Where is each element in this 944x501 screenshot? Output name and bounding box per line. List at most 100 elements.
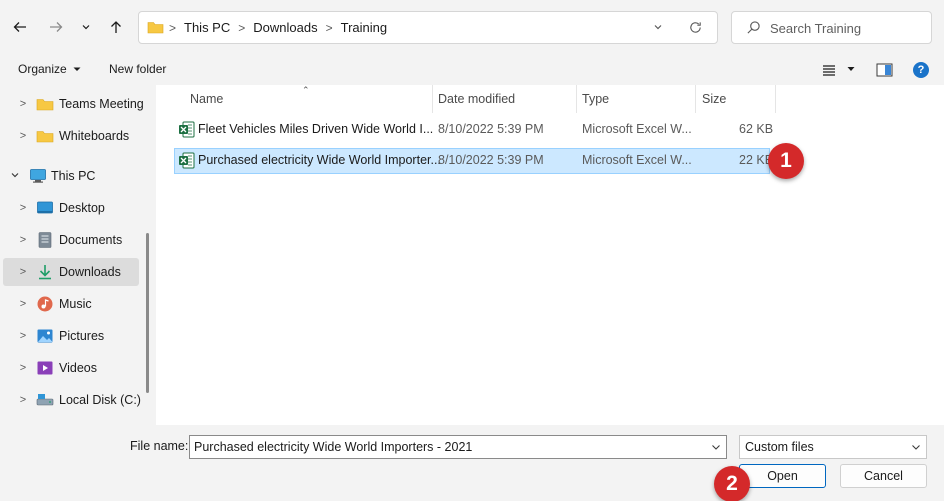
sidebar-item-label: Desktop: [59, 201, 105, 215]
address-bar[interactable]: > This PC > Downloads > Training: [138, 11, 718, 44]
navigation-pane: > Teams Meeting > Whiteboards This PC > …: [0, 85, 156, 425]
drive-icon: [36, 394, 54, 406]
back-arrow-icon: [13, 22, 26, 32]
expand-chevron-icon[interactable]: >: [18, 266, 28, 278]
sidebar-item-videos[interactable]: > Videos: [3, 354, 139, 382]
file-name-input[interactable]: [194, 439, 704, 455]
preview-pane-icon[interactable]: [876, 63, 893, 77]
command-bar: Organize New folder ?: [0, 55, 944, 85]
up-button[interactable]: [104, 14, 128, 40]
file-type-select[interactable]: Custom files: [739, 435, 927, 459]
expand-chevron-icon[interactable]: >: [18, 202, 28, 214]
sidebar-item-documents[interactable]: > Documents: [3, 226, 139, 254]
excel-file-icon: [179, 121, 195, 138]
sidebar-item-label: This PC: [51, 169, 96, 183]
folder-icon: [147, 22, 164, 34]
sidebar-item-label: Downloads: [59, 265, 121, 279]
file-name: Fleet Vehicles Miles Driven Wide World I…: [198, 122, 434, 136]
view-options-icon[interactable]: [822, 63, 836, 77]
column-divider[interactable]: [775, 85, 776, 113]
open-label: Open: [767, 469, 798, 483]
sidebar-item-desktop[interactable]: > Desktop: [3, 194, 139, 222]
pictures-icon: [37, 329, 53, 343]
sidebar-item-music[interactable]: > Music: [3, 290, 139, 318]
back-button[interactable]: [8, 14, 32, 40]
chevron-down-icon[interactable]: [710, 441, 722, 453]
desktop-icon: [37, 201, 53, 214]
expand-chevron-icon[interactable]: >: [18, 362, 28, 374]
sidebar-item-this-pc[interactable]: This PC: [3, 162, 139, 190]
breadcrumb-training[interactable]: Training: [341, 20, 387, 35]
expand-chevron-icon[interactable]: >: [18, 330, 28, 342]
download-icon: [39, 265, 51, 280]
column-header-size[interactable]: Size: [696, 85, 776, 113]
chevron-down-icon[interactable]: [910, 441, 922, 453]
file-date: 8/10/2022 5:39 PM: [438, 122, 544, 136]
sidebar-scrollbar[interactable]: [146, 233, 149, 393]
sidebar-item-downloads[interactable]: > Downloads: [3, 258, 139, 286]
sidebar-item-label: Teams Meeting: [59, 97, 144, 111]
sidebar-item-label: Music: [59, 297, 92, 311]
file-date: 8/10/2022 5:39 PM: [438, 153, 544, 167]
search-icon: [747, 21, 760, 34]
forward-button[interactable]: [44, 14, 68, 40]
sidebar-item-label: Local Disk (C:): [59, 393, 141, 407]
open-button[interactable]: Open: [739, 464, 826, 488]
new-folder-button[interactable]: New folder: [109, 62, 166, 76]
search-input[interactable]: [770, 18, 925, 38]
dialog-footer: File name: Custom files Open Cancel: [0, 425, 944, 501]
refresh-icon[interactable]: [688, 20, 703, 35]
folder-icon: [36, 131, 54, 143]
expand-chevron-icon[interactable]: >: [18, 98, 28, 110]
sidebar-item-whiteboards[interactable]: > Whiteboards: [3, 122, 139, 150]
up-arrow-icon: [111, 21, 121, 33]
breadcrumb-downloads[interactable]: Downloads: [253, 20, 317, 35]
sidebar-item-teams-meeting[interactable]: > Teams Meeting: [3, 90, 144, 118]
organize-label: Organize: [18, 62, 67, 76]
help-label: ?: [917, 64, 925, 76]
expand-chevron-icon[interactable]: >: [18, 234, 28, 246]
folder-icon: [36, 99, 54, 111]
expand-chevron-icon[interactable]: >: [18, 298, 28, 310]
cancel-button[interactable]: Cancel: [840, 464, 927, 488]
help-icon[interactable]: ?: [913, 62, 929, 78]
file-name-combobox[interactable]: [189, 435, 727, 459]
step-badge-1: 1: [768, 143, 804, 179]
file-type: Microsoft Excel W...: [582, 153, 692, 167]
breadcrumb-separator: >: [169, 20, 177, 35]
column-header-name[interactable]: Name: [184, 85, 432, 113]
videos-icon: [37, 361, 53, 375]
breadcrumb-separator: >: [325, 20, 333, 35]
computer-icon: [30, 169, 46, 183]
file-name: Purchased electricity Wide World Importe…: [198, 153, 441, 167]
cancel-label: Cancel: [864, 469, 903, 483]
expand-chevron-icon[interactable]: >: [18, 394, 28, 406]
file-type: Microsoft Excel W...: [582, 122, 692, 136]
file-type-value: Custom files: [745, 440, 814, 454]
file-row[interactable]: Fleet Vehicles Miles Driven Wide World I…: [174, 117, 773, 143]
breadcrumb-separator: >: [238, 20, 246, 35]
address-history-chevron-icon[interactable]: [652, 21, 664, 33]
expand-chevron-icon[interactable]: >: [18, 130, 28, 142]
organize-button[interactable]: Organize: [18, 62, 83, 76]
recent-locations-button[interactable]: [74, 14, 98, 40]
forward-arrow-icon: [50, 22, 63, 32]
sidebar-item-local-disk[interactable]: > Local Disk (C:): [3, 386, 141, 414]
search-box[interactable]: [731, 11, 932, 44]
excel-file-icon: [179, 152, 195, 169]
collapse-chevron-icon[interactable]: [10, 170, 20, 183]
breadcrumb: > This PC > Downloads > Training: [169, 20, 387, 35]
caret-down-icon[interactable]: [846, 65, 856, 73]
sidebar-item-pictures[interactable]: > Pictures: [3, 322, 139, 350]
file-name-label: File name:: [130, 439, 189, 453]
breadcrumb-this-pc[interactable]: This PC: [184, 20, 230, 35]
new-folder-label: New folder: [109, 62, 167, 76]
file-row-selected[interactable]: Purchased electricity Wide World Importe…: [174, 148, 773, 174]
sidebar-item-label: Videos: [59, 361, 97, 375]
column-header-date-modified[interactable]: Date modified: [432, 85, 576, 113]
chevron-down-icon: [82, 25, 90, 30]
documents-icon: [38, 232, 52, 248]
sidebar-item-label: Whiteboards: [59, 129, 130, 143]
column-header-type[interactable]: Type: [576, 85, 696, 113]
step-badge-2: 2: [714, 466, 750, 501]
